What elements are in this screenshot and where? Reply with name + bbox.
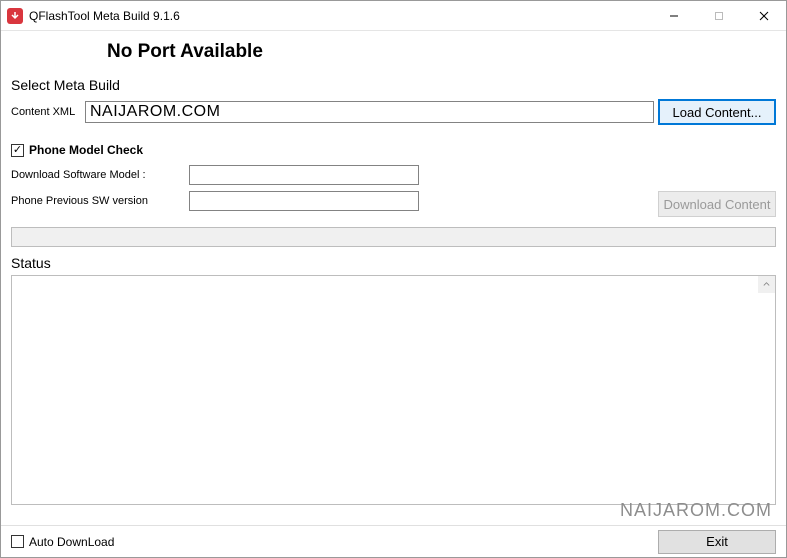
download-content-button: Download Content	[658, 191, 776, 217]
scrollbar-up-icon[interactable]	[758, 276, 775, 293]
app-icon	[7, 8, 23, 24]
maximize-button	[696, 1, 741, 30]
port-status-message: No Port Available	[107, 41, 786, 63]
close-button[interactable]	[741, 1, 786, 30]
exit-button[interactable]: Exit	[658, 530, 776, 554]
status-label: Status	[11, 255, 776, 271]
select-meta-build-label: Select Meta Build	[11, 77, 776, 93]
window-controls	[651, 1, 786, 30]
content-xml-label: Content XML	[11, 106, 81, 118]
window-title: QFlashTool Meta Build 9.1.6	[29, 9, 180, 23]
status-textarea[interactable]	[11, 275, 776, 505]
phone-model-check-label: Phone Model Check	[29, 143, 143, 157]
content-xml-input[interactable]	[85, 101, 654, 123]
load-content-button[interactable]: Load Content...	[658, 99, 776, 125]
footer: Auto DownLoad Exit	[1, 525, 786, 557]
phone-model-check-checkbox[interactable]	[11, 144, 24, 157]
minimize-button[interactable]	[651, 1, 696, 30]
phone-previous-sw-input[interactable]	[189, 191, 419, 211]
download-software-model-label: Download Software Model :	[11, 169, 189, 181]
phone-previous-sw-label: Phone Previous SW version	[11, 195, 189, 207]
download-software-model-input[interactable]	[189, 165, 419, 185]
titlebar: QFlashTool Meta Build 9.1.6	[1, 1, 786, 31]
auto-download-checkbox[interactable]	[11, 535, 24, 548]
auto-download-label: Auto DownLoad	[29, 535, 114, 549]
progress-bar	[11, 227, 776, 247]
